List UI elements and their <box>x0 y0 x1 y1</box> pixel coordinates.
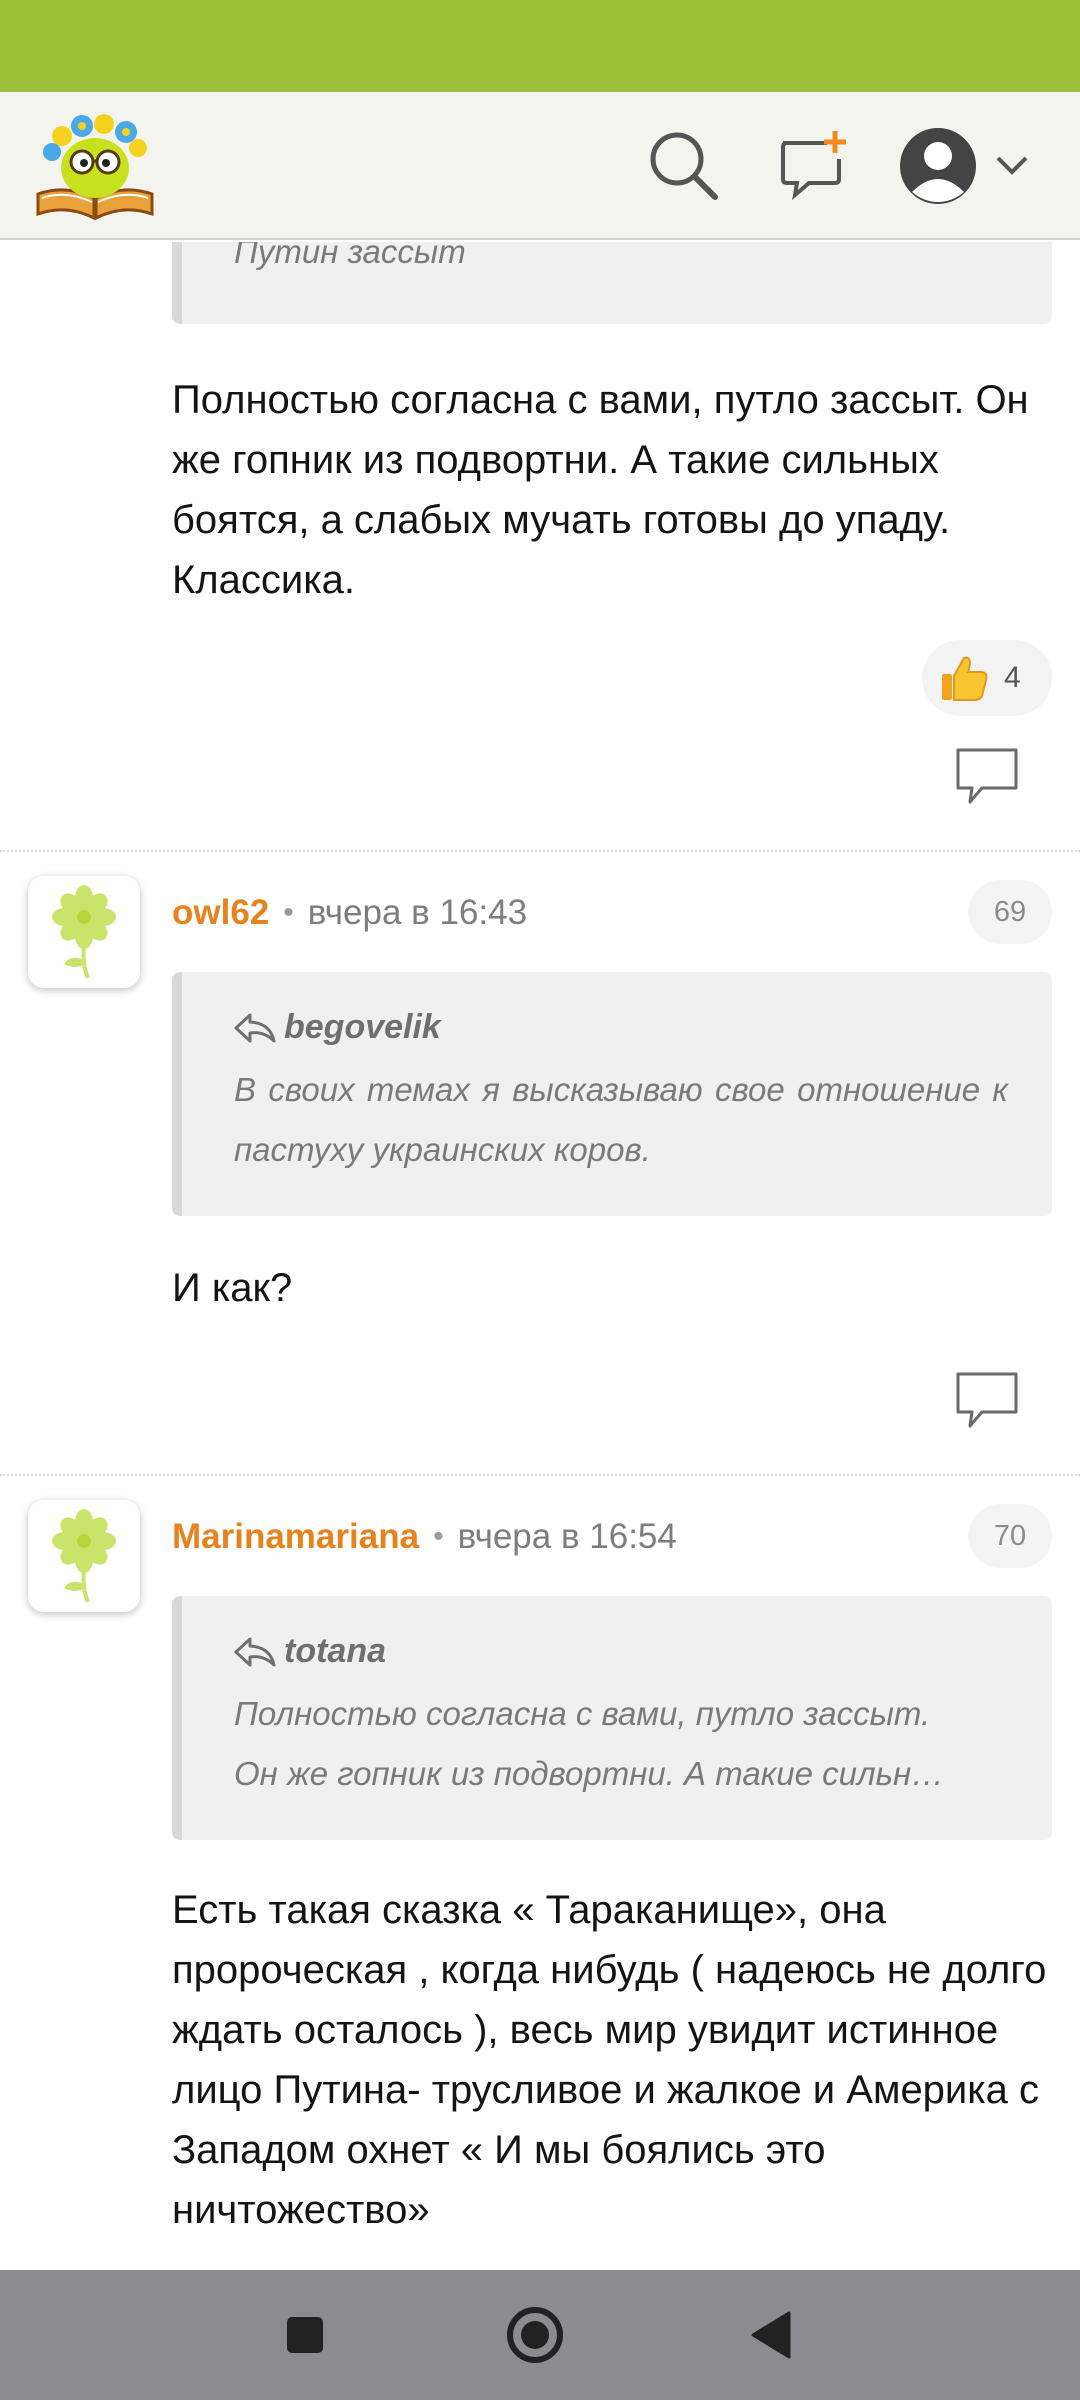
comment-body: Есть такая сказка « Тараканище», она про… <box>172 1888 1047 2232</box>
account-menu-button[interactable] <box>898 120 1050 212</box>
comment-separator <box>0 850 1080 852</box>
comment-separator <box>0 1474 1080 1476</box>
back-triangle-icon <box>751 2311 791 2359</box>
square-icon <box>287 2317 323 2353</box>
new-message-button[interactable] <box>770 122 856 208</box>
search-icon <box>650 132 718 200</box>
quote-text-line-2: Он же гопник из подвортни. А такие сильн… <box>234 1755 945 1792</box>
avatar[interactable] <box>28 876 140 988</box>
comment-number-badge[interactable]: 70 <box>968 1504 1052 1568</box>
quote-author-name: begovelik <box>284 1008 441 1046</box>
comment-time: вчера в 16:43 <box>307 893 528 932</box>
comment-meta: owl62 • вчера в 16:43 <box>172 888 527 938</box>
system-navigation-bar <box>0 2270 1080 2400</box>
comment-icon <box>956 748 1018 804</box>
user-avatar-icon <box>900 128 976 204</box>
reply-arrow-icon <box>234 1637 276 1666</box>
meta-separator-dot: • <box>283 896 294 929</box>
quote-block: totana Полностью согласна с вами, путло … <box>172 1596 1052 1840</box>
flower-avatar-icon <box>52 885 116 979</box>
status-bar <box>0 0 1080 92</box>
comment-body: Полностью согласна с вами, путло зассыт.… <box>172 378 1029 602</box>
like-count: 4 <box>1004 661 1021 694</box>
quote-text: Путин зассыт <box>234 242 466 270</box>
comment-number-badge[interactable]: 69 <box>968 880 1052 944</box>
quote-author-name: totana <box>284 1632 386 1670</box>
comments-list: Путин зассыт Полностью согласна с вами, … <box>0 242 1080 2270</box>
reply-arrow-icon <box>234 1013 276 1042</box>
home-circle-icon <box>507 2307 563 2363</box>
thumbs-up-icon <box>942 656 988 701</box>
author-link[interactable]: Marinamariana <box>172 1517 419 1557</box>
comment-meta: Marinamariana • вчера в 16:54 <box>172 1512 677 1562</box>
chevron-down-icon <box>996 156 1028 175</box>
quote-text: В своих темах я высказываю свое отношени… <box>234 1071 1008 1168</box>
new-message-icon <box>781 131 846 201</box>
site-logo[interactable] <box>32 106 158 224</box>
quote-text-line-1: Полностью согласна с вами, путло зассыт. <box>234 1695 931 1732</box>
quote-block: Путин зассыт <box>172 242 1052 324</box>
comment-time: вчера в 16:54 <box>457 1517 677 1556</box>
reply-button[interactable] <box>952 744 1022 810</box>
back-button[interactable] <box>736 2300 806 2370</box>
comment-icon <box>956 1372 1018 1428</box>
app-header <box>0 92 1080 240</box>
quote-author[interactable]: begovelik <box>232 1008 441 1047</box>
avatar[interactable] <box>28 1500 140 1612</box>
home-button[interactable] <box>500 2300 570 2370</box>
reply-button[interactable] <box>952 1368 1022 1434</box>
quote-block: begovelik В своих темах я высказываю сво… <box>172 972 1052 1216</box>
search-button[interactable] <box>640 122 726 208</box>
author-link[interactable]: owl62 <box>172 893 269 933</box>
meta-separator-dot: • <box>433 1520 444 1553</box>
comment-body: И как? <box>172 1266 293 1310</box>
like-button[interactable]: 4 <box>922 640 1052 716</box>
flower-avatar-icon <box>52 1509 116 1603</box>
recent-apps-button[interactable] <box>270 2300 340 2370</box>
quote-author[interactable]: totana <box>232 1632 386 1671</box>
